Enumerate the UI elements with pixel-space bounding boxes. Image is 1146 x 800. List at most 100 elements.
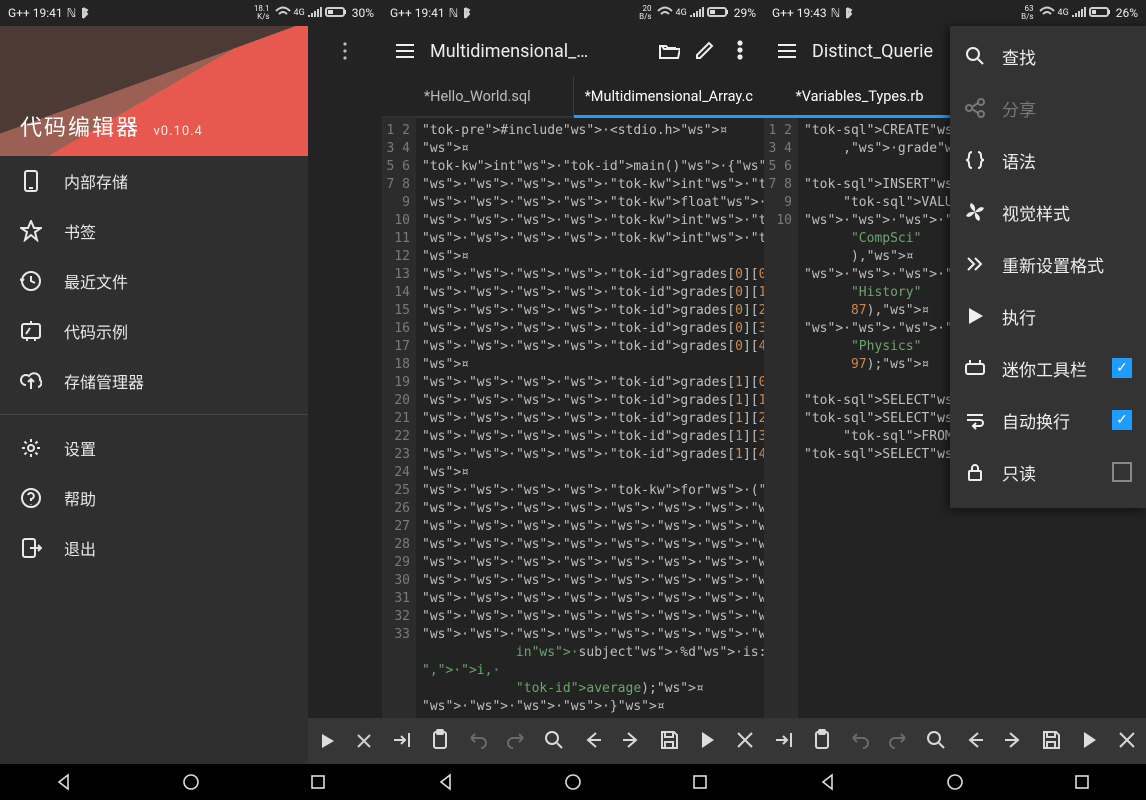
play-icon[interactable] xyxy=(1078,729,1099,754)
recents-icon[interactable] xyxy=(690,772,710,792)
arrow-right-icon[interactable] xyxy=(1002,729,1023,754)
tab-indent-icon[interactable] xyxy=(391,729,412,754)
close-icon[interactable] xyxy=(354,731,374,751)
play-icon[interactable] xyxy=(317,731,337,751)
tab-file[interactable]: *Multidimensional_Array.c xyxy=(573,76,765,116)
panel-editor-sql: G++ 19:43 ℕ 63B/s 4G 26% Distinct_Querie… xyxy=(764,0,1146,800)
drawer-item-label: 退出 xyxy=(64,536,96,560)
history-icon xyxy=(20,270,42,292)
gutter: 1 2 3 4 5 6 7 8 9 10 11 12 13 14 15 16 1… xyxy=(382,118,416,718)
bluetooth-icon xyxy=(844,5,854,22)
menu-label: 重新设置格式 xyxy=(1002,252,1104,277)
overflow-icon[interactable] xyxy=(730,40,752,62)
fan-icon xyxy=(964,201,986,223)
panel-drawer: G++ 19:41 ℕ 18.1K/s 4G 30% 代码编辑器 v0.10.4 xyxy=(0,0,382,800)
play-icon xyxy=(964,305,986,327)
arrow-right-icon[interactable] xyxy=(620,729,641,754)
menu-label: 自动换行 xyxy=(1002,408,1070,433)
checkbox-checked-icon[interactable] xyxy=(1112,358,1132,378)
wifi-icon xyxy=(275,6,291,21)
overflow-icon[interactable] xyxy=(335,41,355,61)
tab-bar: *Hello_World.sql *Multidimensional_Array… xyxy=(382,76,764,118)
close-icon[interactable] xyxy=(1116,729,1137,754)
share-icon xyxy=(964,97,986,119)
menu-item-reformat[interactable]: 重新设置格式 xyxy=(950,238,1146,290)
recents-icon[interactable] xyxy=(308,772,328,792)
hamburger-icon[interactable] xyxy=(394,40,416,62)
home-icon[interactable] xyxy=(945,772,965,792)
status-bar: G++ 19:41 ℕ 20B/s 4G 29% xyxy=(382,0,764,26)
arrow-left-icon[interactable] xyxy=(582,729,603,754)
menu-item-mini-toolbar[interactable]: 迷你工具栏 xyxy=(950,342,1146,394)
clipboard-icon[interactable] xyxy=(811,729,832,754)
edit-icon[interactable] xyxy=(694,40,716,62)
cloud-upload-icon xyxy=(20,370,42,392)
back-icon[interactable] xyxy=(436,772,456,792)
bluetooth-icon xyxy=(462,5,472,22)
undo-icon[interactable] xyxy=(849,729,870,754)
android-nav-bar xyxy=(0,764,382,800)
menu-item-syntax[interactable]: 语法 xyxy=(950,134,1146,186)
hamburger-icon[interactable] xyxy=(776,40,798,62)
checkbox-unchecked-icon[interactable] xyxy=(1112,462,1132,482)
battery-icon xyxy=(325,6,349,21)
search-icon[interactable] xyxy=(925,729,946,754)
menu-label: 执行 xyxy=(1002,304,1036,329)
tab-indent-icon[interactable] xyxy=(773,729,794,754)
menu-item-find[interactable]: 查找 xyxy=(950,30,1146,82)
bottom-toolbar xyxy=(764,718,1146,764)
signal-icon xyxy=(1072,6,1086,21)
drawer-item-label: 帮助 xyxy=(64,486,96,510)
close-icon[interactable] xyxy=(734,729,755,754)
drawer-item-label: 内部存储 xyxy=(64,169,128,193)
menu-item-run[interactable]: 执行 xyxy=(950,290,1146,342)
nfc-icon: ℕ xyxy=(67,6,77,20)
bluetooth-icon xyxy=(80,5,90,22)
arrow-left-icon[interactable] xyxy=(964,729,985,754)
tab-file[interactable]: *Variables_Types.rb xyxy=(764,76,955,116)
play-icon[interactable] xyxy=(696,729,717,754)
menu-item-word-wrap[interactable]: 自动换行 xyxy=(950,394,1146,446)
save-icon[interactable] xyxy=(1040,729,1061,754)
exit-icon xyxy=(20,537,42,559)
battery-pct: 26% xyxy=(1116,6,1138,20)
app-title: 代码编辑器 xyxy=(20,116,140,141)
menu-item-readonly[interactable]: 只读 xyxy=(950,446,1146,498)
save-icon[interactable] xyxy=(658,729,679,754)
battery-icon xyxy=(1089,6,1113,21)
undo-icon[interactable] xyxy=(467,729,488,754)
braces-icon xyxy=(964,149,986,171)
star-icon xyxy=(20,220,42,242)
menu-label: 语法 xyxy=(1002,148,1036,173)
recents-icon[interactable] xyxy=(1072,772,1092,792)
app-bar: Multidimensional_… xyxy=(382,26,764,76)
code-editor[interactable]: 1 2 3 4 5 6 7 8 9 10 11 12 13 14 15 16 1… xyxy=(382,118,764,718)
redo-icon[interactable] xyxy=(505,729,526,754)
menu-label: 查找 xyxy=(1002,44,1036,69)
clipboard-icon[interactable] xyxy=(429,729,450,754)
sample-icon xyxy=(20,320,42,342)
nfc-icon: ℕ xyxy=(831,6,841,20)
back-icon[interactable] xyxy=(818,772,838,792)
checkbox-checked-icon[interactable] xyxy=(1112,410,1132,430)
signal-icon xyxy=(690,6,704,21)
phone-icon xyxy=(20,170,42,192)
app-version: v0.10.4 xyxy=(153,124,202,139)
search-icon[interactable] xyxy=(543,729,564,754)
menu-item-share[interactable]: 分享 xyxy=(950,82,1146,134)
battery-icon xyxy=(707,6,731,21)
tab-file[interactable]: *Hello_World.sql xyxy=(382,76,573,116)
wifi-icon xyxy=(1039,6,1055,21)
redo-icon[interactable] xyxy=(887,729,908,754)
back-icon[interactable] xyxy=(54,772,74,792)
word-wrap-icon xyxy=(964,409,986,431)
status-app-time: G++ 19:43 xyxy=(772,6,827,20)
android-nav-bar xyxy=(764,764,1146,800)
code-area[interactable]: "tok-pre">#include"ws">·<stdio.h>"ws">¤ … xyxy=(416,118,764,718)
menu-item-visual[interactable]: 视觉样式 xyxy=(950,186,1146,238)
home-icon[interactable] xyxy=(563,772,583,792)
panel-editor-c: G++ 19:41 ℕ 20B/s 4G 29% Multidimensiona… xyxy=(382,0,764,800)
home-icon[interactable] xyxy=(181,772,201,792)
open-folder-icon[interactable] xyxy=(658,40,680,62)
appbar-title: Multidimensional_… xyxy=(430,41,644,62)
